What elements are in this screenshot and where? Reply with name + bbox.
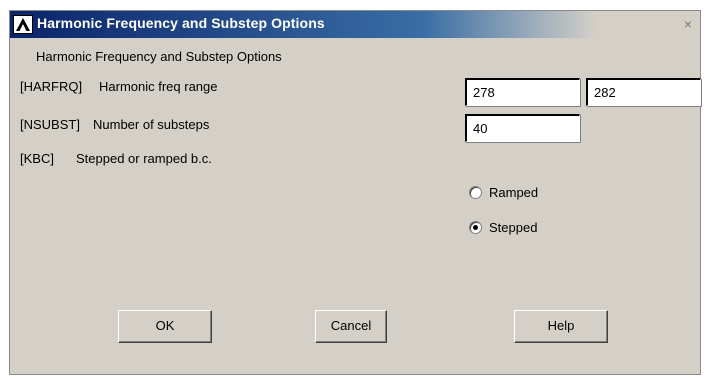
kbc-description: Stepped or ramped b.c. (76, 151, 212, 166)
dialog-subtitle: Harmonic Frequency and Substep Options (36, 49, 282, 64)
radio-selected-dot (473, 225, 478, 230)
window-title: Harmonic Frequency and Substep Options (37, 15, 325, 31)
radio-ramped-label[interactable]: Ramped (489, 185, 538, 200)
ok-button[interactable]: OK (118, 310, 212, 343)
ansys-logo-icon (13, 15, 33, 34)
nsubst-input[interactable] (465, 114, 580, 142)
kbc-code: [KBC] (20, 151, 54, 166)
close-icon[interactable]: × (680, 17, 696, 31)
cancel-button[interactable]: Cancel (315, 310, 387, 343)
radio-ramped-circle[interactable] (469, 186, 482, 199)
harfrq-code: [HARFRQ] (20, 79, 83, 94)
nsubst-code: [NSUBST] (20, 117, 80, 132)
radio-stepped-label[interactable]: Stepped (489, 220, 537, 235)
title-bar[interactable]: Harmonic Frequency and Substep Options × (10, 11, 700, 38)
radio-stepped-circle[interactable] (469, 221, 482, 234)
nsubst-description: Number of substeps (93, 117, 210, 132)
harfrq-end-input[interactable] (586, 78, 701, 106)
help-button[interactable]: Help (514, 310, 608, 343)
harmonic-options-dialog: Harmonic Frequency and Substep Options ×… (9, 10, 701, 375)
harfrq-description: Harmonic freq range (99, 79, 218, 94)
harfrq-start-input[interactable] (465, 78, 580, 106)
